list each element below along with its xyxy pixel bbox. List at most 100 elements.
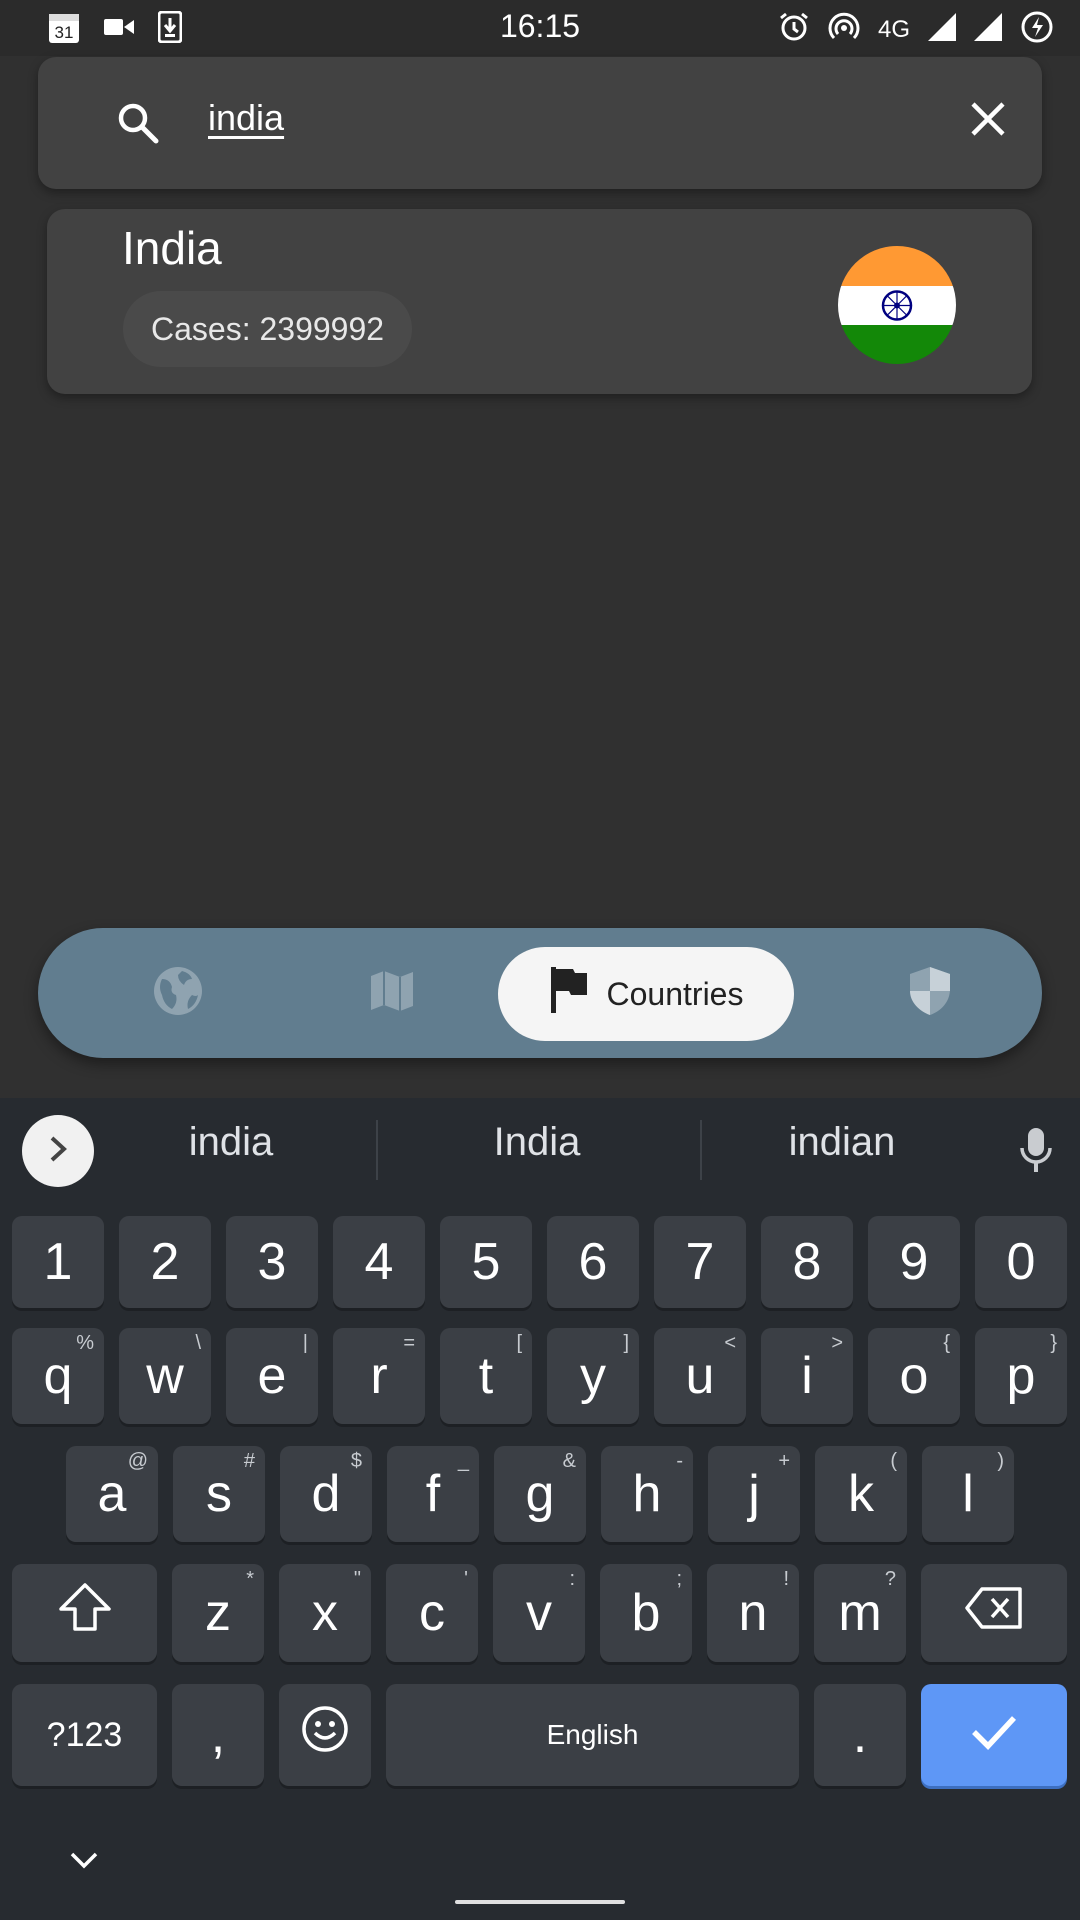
key-w-alt-label: \ (195, 1332, 201, 1354)
key-j-label: j (748, 1465, 760, 1523)
key-p[interactable]: p} (975, 1328, 1067, 1424)
key-h[interactable]: h- (601, 1446, 693, 1542)
search-input[interactable]: india (208, 97, 284, 139)
key-e-label: e (257, 1347, 287, 1405)
key-k-label: k (848, 1465, 874, 1523)
key-7[interactable]: 7 (654, 1216, 746, 1308)
key-t-label: t (478, 1347, 494, 1405)
suggestion-3[interactable]: indian (712, 1120, 972, 1165)
key-r[interactable]: r = (333, 1328, 425, 1424)
key-m[interactable]: m? (814, 1564, 906, 1662)
globe-icon (152, 965, 204, 1022)
key-5[interactable]: 5 (440, 1216, 532, 1308)
key-a[interactable]: a @ (66, 1446, 158, 1542)
key-x-alt-label: " (353, 1568, 361, 1590)
key-8[interactable]: 8 (761, 1216, 853, 1308)
key-q[interactable]: q% (12, 1328, 104, 1424)
nav-protection[interactable] (850, 928, 1010, 1058)
symbols-key[interactable]: ?123 (12, 1684, 157, 1786)
suggestion-divider (376, 1120, 378, 1180)
nav-countries[interactable]: Countries (498, 947, 794, 1041)
key-l[interactable]: l) (922, 1446, 1014, 1542)
search-bar[interactable]: india (38, 57, 1042, 189)
suggestion-2[interactable]: India (407, 1120, 667, 1165)
key-y[interactable]: y] (547, 1328, 639, 1424)
search-icon[interactable] (116, 101, 160, 150)
suggestion-1[interactable]: india (101, 1120, 361, 1165)
status-right-icons: 4G (778, 10, 1054, 49)
nav-map[interactable] (312, 928, 472, 1058)
key-u[interactable]: u < (654, 1328, 746, 1424)
key-j-alt-label: + (778, 1450, 790, 1472)
key-v-label: v (526, 1584, 552, 1642)
key-v-alt-label: : (569, 1568, 575, 1590)
country-name: India (122, 222, 222, 274)
space-key[interactable]: English (386, 1684, 799, 1786)
key-s[interactable]: s # (173, 1446, 265, 1542)
key-m-alt-label: ? (884, 1568, 896, 1590)
key-y-alt-label: ] (623, 1332, 629, 1354)
nav-world[interactable] (98, 928, 258, 1058)
period-key[interactable]: . (814, 1684, 906, 1786)
key-t[interactable]: t[ (440, 1328, 532, 1424)
key-1-label: 1 (43, 1233, 73, 1291)
key-v[interactable]: v: (493, 1564, 585, 1662)
soft-keyboard: india India indian 1 2 3 4 5 6 7 8 9 0 q% w \ e | r = t[y… (0, 1098, 1080, 1920)
key-4-label: 4 (364, 1233, 394, 1291)
battery-saver-icon (1020, 10, 1054, 49)
bottom-navigation: Countries (38, 928, 1042, 1058)
key-4[interactable]: 4 (333, 1216, 425, 1308)
key-f[interactable]: f _ (387, 1446, 479, 1542)
key-9[interactable]: 9 (868, 1216, 960, 1308)
key-d[interactable]: d $ (280, 1446, 372, 1542)
hide-keyboard-chevron-down-icon[interactable] (68, 1850, 100, 1877)
key-n[interactable]: n! (707, 1564, 799, 1662)
country-result-card[interactable]: India Cases: 2399992 (47, 209, 1032, 394)
key-r-alt-label: = (403, 1332, 415, 1354)
key-c-alt-label: ' (464, 1568, 468, 1590)
key-w[interactable]: w \ (119, 1328, 211, 1424)
key-b-alt-label: ; (676, 1568, 682, 1590)
key-0[interactable]: 0 (975, 1216, 1067, 1308)
key-u-label: u (685, 1347, 715, 1405)
microphone-icon[interactable] (1018, 1126, 1054, 1179)
key-3[interactable]: 3 (226, 1216, 318, 1308)
key-8-label: 8 (792, 1233, 822, 1291)
key-n-label: n (738, 1584, 768, 1642)
comma-key[interactable]: , (172, 1684, 264, 1786)
key-7-label: 7 (685, 1233, 715, 1291)
key-i-label: i (801, 1347, 813, 1405)
key-s-label: s (206, 1465, 232, 1523)
checkmark-icon (970, 1705, 1018, 1765)
key-a-label: a (97, 1465, 127, 1523)
key-x[interactable]: x " (279, 1564, 371, 1662)
key-i[interactable]: i > (761, 1328, 853, 1424)
key-6-label: 6 (578, 1233, 608, 1291)
shift-key[interactable] (12, 1564, 157, 1662)
key-1[interactable]: 1 (12, 1216, 104, 1308)
key-e[interactable]: e | (226, 1328, 318, 1424)
key-w-label: w (146, 1347, 184, 1405)
emoji-icon (301, 1705, 349, 1766)
key-f-alt-label: _ (457, 1450, 469, 1472)
expand-suggestions-button[interactable] (22, 1115, 94, 1187)
key-b[interactable]: b; (600, 1564, 692, 1662)
key-2[interactable]: 2 (119, 1216, 211, 1308)
status-bar: 31 16:15 4G (0, 0, 1080, 56)
key-9-label: 9 (899, 1233, 929, 1291)
enter-key[interactable] (921, 1684, 1067, 1786)
key-g[interactable]: g & (494, 1446, 586, 1542)
key-6[interactable]: 6 (547, 1216, 639, 1308)
key-o[interactable]: o{ (868, 1328, 960, 1424)
backspace-key[interactable] (921, 1564, 1067, 1662)
key-k[interactable]: k( (815, 1446, 907, 1542)
close-icon[interactable] (970, 101, 1006, 142)
key-f-label: f (425, 1465, 441, 1523)
key-s-alt-label: # (243, 1450, 255, 1472)
shield-icon (907, 965, 953, 1022)
key-j[interactable]: j + (708, 1446, 800, 1542)
key-c[interactable]: c ' (386, 1564, 478, 1662)
emoji-key[interactable] (279, 1684, 371, 1786)
home-gesture-bar[interactable] (455, 1900, 625, 1904)
key-z[interactable]: z * (172, 1564, 264, 1662)
